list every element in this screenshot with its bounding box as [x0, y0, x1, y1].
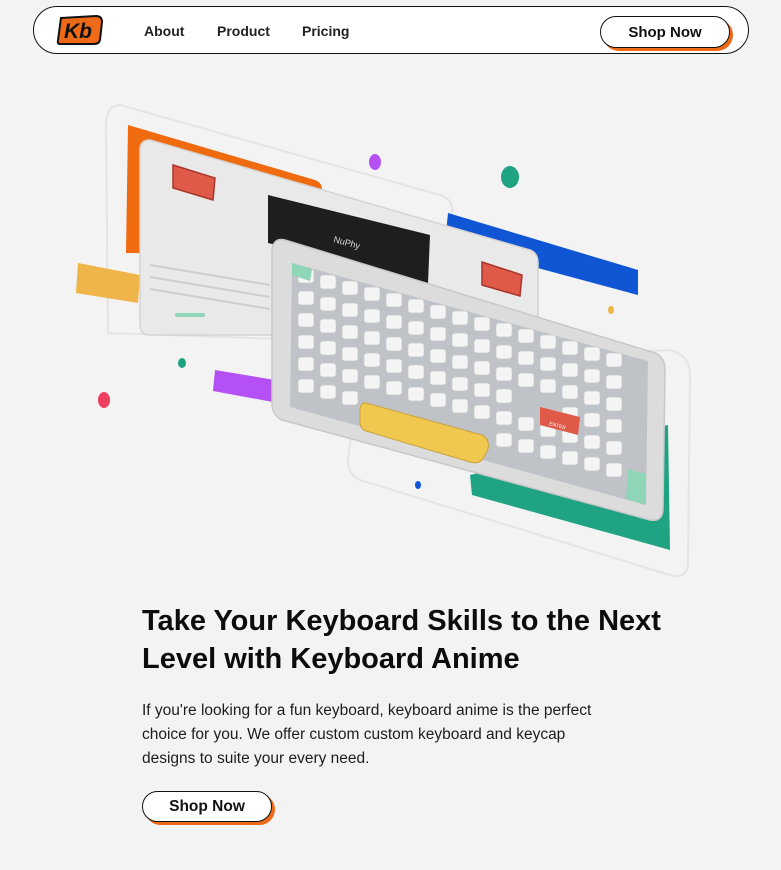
hero-shop-now-button[interactable]: Shop Now [142, 791, 272, 822]
nav-link-product[interactable]: Product [217, 23, 270, 39]
kb-logo[interactable]: Kb [56, 14, 104, 46]
hero-description: If you're looking for a fun keyboard, ke… [142, 702, 592, 767]
purple-bar [213, 370, 275, 402]
nav-shop-now-button[interactable]: Shop Now [600, 16, 730, 48]
yellow-bar [76, 263, 140, 303]
top-nav: Kb About Product Pricing Shop Now [33, 6, 749, 54]
hero-headline: Take Your Keyboard Skills to the Next Le… [142, 605, 661, 675]
nav-link-about[interactable]: About [144, 23, 184, 39]
nav-link-pricing[interactable]: Pricing [302, 23, 349, 39]
hero-keyboard-illustration: NuPhy ENTER [76, 103, 692, 578]
logo-text: Kb [64, 20, 92, 43]
